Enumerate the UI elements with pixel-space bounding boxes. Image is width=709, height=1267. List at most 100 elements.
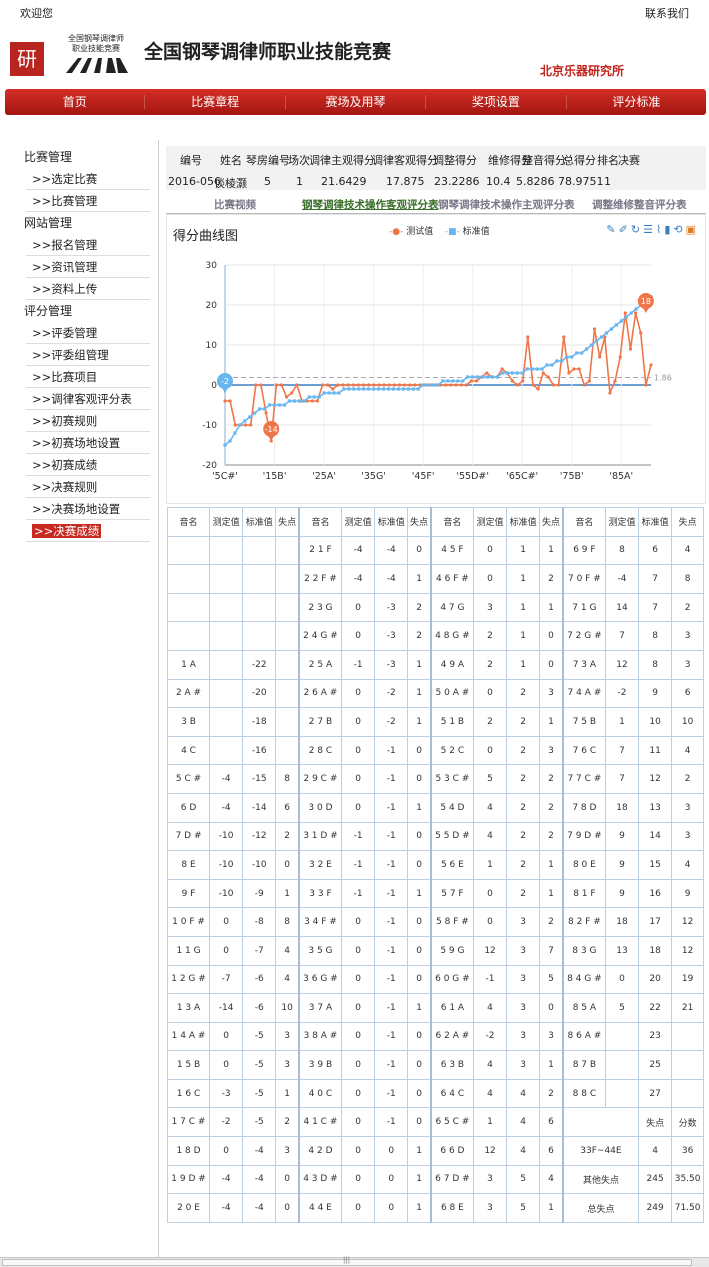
series-point[interactable] (446, 379, 450, 383)
sidebar-item[interactable]: >>选定比赛 (26, 168, 150, 190)
series-point[interactable] (327, 391, 331, 395)
series-point[interactable] (295, 383, 299, 387)
series-point[interactable] (362, 387, 366, 391)
series-point[interactable] (397, 383, 402, 387)
series-point[interactable] (223, 443, 227, 447)
series-point[interactable] (337, 391, 341, 395)
series-point[interactable] (386, 387, 391, 391)
series-point[interactable] (594, 339, 599, 343)
series-point[interactable] (582, 383, 586, 387)
series-point[interactable] (331, 387, 335, 391)
sidebar-item[interactable]: >>评委管理 (26, 322, 150, 344)
series-point[interactable] (346, 383, 350, 387)
series-point[interactable] (474, 379, 479, 383)
series-point[interactable] (587, 379, 592, 383)
series-point[interactable] (249, 423, 253, 427)
pen-icon[interactable]: ✐ (619, 223, 631, 236)
series-point[interactable] (426, 383, 430, 387)
series-point[interactable] (279, 383, 284, 387)
series-point[interactable] (634, 307, 638, 311)
series-point[interactable] (403, 383, 407, 387)
series-point[interactable] (521, 379, 525, 383)
series-point[interactable] (317, 395, 321, 399)
series-point[interactable] (575, 351, 579, 355)
series-point[interactable] (461, 379, 465, 383)
series-point[interactable] (540, 367, 544, 371)
series-point[interactable] (357, 387, 361, 391)
series-point[interactable] (356, 383, 361, 387)
series-point[interactable] (535, 367, 539, 371)
series-point[interactable] (585, 347, 589, 351)
series-point[interactable] (307, 395, 311, 399)
series-point[interactable] (320, 383, 325, 387)
series-point[interactable] (254, 383, 258, 387)
series-point[interactable] (372, 387, 376, 391)
series-point[interactable] (413, 383, 417, 387)
series-point[interactable] (342, 387, 346, 391)
series-point[interactable] (367, 383, 371, 387)
series-point[interactable] (377, 383, 381, 387)
nav-awards[interactable]: 奖项设置 (426, 95, 567, 109)
series-point[interactable] (454, 383, 458, 387)
series-point[interactable] (444, 383, 448, 387)
series-point[interactable] (560, 359, 564, 363)
series-point[interactable] (243, 423, 248, 427)
series-point[interactable] (449, 383, 453, 387)
sidebar-item[interactable]: >>决赛成绩 (26, 520, 150, 542)
series-point[interactable] (456, 379, 460, 383)
series-point[interactable] (634, 311, 638, 315)
marker-pin[interactable]: -14 (263, 421, 280, 441)
series-point[interactable] (287, 399, 291, 403)
series-point[interactable] (520, 371, 524, 375)
series-point[interactable] (485, 371, 489, 375)
series-point[interactable] (536, 387, 540, 391)
series-point[interactable] (361, 383, 366, 387)
sidebar-item[interactable]: >>调律客观评分表 (26, 388, 150, 410)
series-point[interactable] (608, 391, 612, 395)
series-point[interactable] (567, 371, 571, 375)
refresh-icon[interactable]: ↻ (631, 223, 643, 236)
sidebar-item[interactable]: >>初赛场地设置 (26, 432, 150, 454)
series-point[interactable] (332, 391, 336, 395)
series-point[interactable] (530, 367, 534, 371)
data-view-icon[interactable]: ☰ (643, 223, 656, 236)
series-point[interactable] (599, 335, 604, 339)
series-point[interactable] (367, 387, 371, 391)
series-point[interactable] (485, 375, 490, 379)
series-point[interactable] (609, 327, 613, 331)
series-point[interactable] (243, 419, 247, 423)
series-point[interactable] (336, 383, 340, 387)
series-point[interactable] (341, 383, 345, 387)
series-point[interactable] (551, 383, 556, 387)
series-point[interactable] (618, 355, 622, 359)
series-point[interactable] (382, 383, 386, 387)
series-point[interactable] (322, 391, 326, 395)
series-point[interactable] (649, 363, 653, 367)
tab-repair[interactable]: 调整维修整音评分表 (592, 197, 687, 212)
series-point[interactable] (259, 383, 263, 387)
series-point[interactable] (431, 383, 435, 387)
series-point[interactable] (272, 403, 277, 407)
nav-venue[interactable]: 赛场及用琴 (286, 95, 427, 109)
series-point[interactable] (550, 363, 554, 367)
sidebar-item[interactable]: >>决赛规则 (26, 476, 150, 498)
series-point[interactable] (351, 383, 355, 387)
series-point[interactable] (248, 415, 252, 419)
series-point[interactable] (580, 351, 584, 355)
series-point[interactable] (376, 387, 381, 391)
series-point[interactable] (302, 399, 306, 403)
series-point[interactable] (490, 375, 495, 379)
series-point[interactable] (526, 335, 530, 339)
contact-link[interactable]: 联系我们 (645, 5, 689, 21)
series-point[interactable] (592, 327, 597, 331)
series-point[interactable] (436, 383, 440, 387)
series-point[interactable] (469, 379, 473, 383)
series-point[interactable] (297, 399, 301, 403)
legend-std[interactable]: 标准值 (463, 227, 490, 237)
series-point[interactable] (466, 375, 470, 379)
series-point[interactable] (639, 331, 643, 335)
tab-subjective[interactable]: 钢琴调律技术操作主观评分表 (438, 197, 575, 212)
nav-rules[interactable]: 比赛章程 (145, 95, 286, 109)
series-point[interactable] (604, 331, 609, 335)
series-point[interactable] (624, 315, 628, 319)
